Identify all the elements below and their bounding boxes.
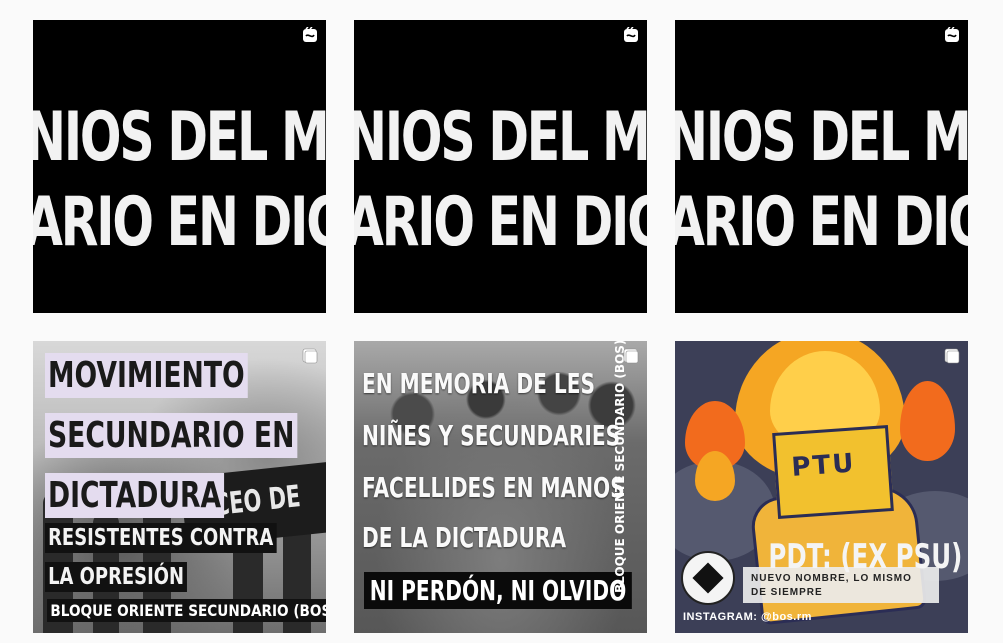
caption-line: SECUNDARIO EN	[45, 413, 298, 458]
post-tile-5[interactable]: EN MEMORIA DE LES NIÑES Y SECUNDARIES FA…	[354, 341, 647, 633]
reel-icon	[624, 27, 638, 42]
post-tile-2[interactable]: NIOS DEL MOVI ARIO EN DICTA	[354, 20, 647, 313]
caption-line: NIÑES Y SECUNDARIES	[362, 419, 621, 452]
reel-text-line2: ARIO EN DICTA	[33, 183, 326, 262]
reel-text-line1: NIOS DEL MOVI	[33, 98, 326, 177]
page-bottom-edge	[0, 633, 1003, 643]
post-tile-3[interactable]: NIOS DEL MOVI ARIO EN DICTA	[675, 20, 968, 313]
slogan-box: NI PERDÓN, NI OLVIDO	[364, 572, 632, 609]
reel-text-line2: ARIO EN DICTA	[675, 183, 968, 262]
caption-line: LA OPRESIÓN	[45, 562, 188, 592]
paper-label: PTU	[790, 448, 857, 483]
vertical-caption: BLOQUE ORIENTE SECUNDARIO (BOS)	[613, 341, 627, 593]
post-tile-1[interactable]: NIOS DEL MOVI ARIO EN DICTA	[33, 20, 326, 313]
burning-paper: PTU	[772, 425, 894, 519]
caption-line: FACELLIDES EN MANOS	[362, 471, 625, 504]
instagram-handle: INSTAGRAM: @bos.rm	[683, 611, 812, 623]
bos-logo	[681, 551, 735, 605]
post-tile-6[interactable]: PTU NUEVO NOMBRE, LO MISMO DE SIEMPRE PD…	[675, 341, 968, 633]
reel-icon	[303, 27, 317, 42]
reel-icon	[945, 27, 959, 42]
reel-text-line1: NIOS DEL MOVI	[675, 98, 968, 177]
caption-line: DICTADURA	[45, 473, 225, 518]
reel-text-line1: NIOS DEL MOVI	[354, 98, 647, 177]
caption-line: BLOQUE ORIENTE SECUNDARIO (BOS)	[47, 599, 326, 622]
flame-shape	[900, 381, 955, 461]
carousel-icon	[623, 348, 639, 364]
carousel-icon	[302, 348, 318, 364]
caption-line: DE LA DICTADURA	[362, 521, 567, 554]
caption-line: RESISTENTES CONTRA	[45, 523, 277, 553]
carousel-icon	[944, 348, 960, 364]
post-title: PDT: (EX PSU)	[768, 537, 962, 577]
caption-line: EN MEMORIA DE LES	[362, 367, 596, 400]
subtitle-line: DE SIEMPRE	[751, 587, 823, 598]
caption-line: MOVIMIENTO	[45, 353, 248, 398]
post-tile-4[interactable]: LICEO DE MOVIMIENTO SECUNDARIO EN DICTAD…	[33, 341, 326, 633]
reel-text-line2: ARIO EN DICTA	[354, 183, 647, 262]
